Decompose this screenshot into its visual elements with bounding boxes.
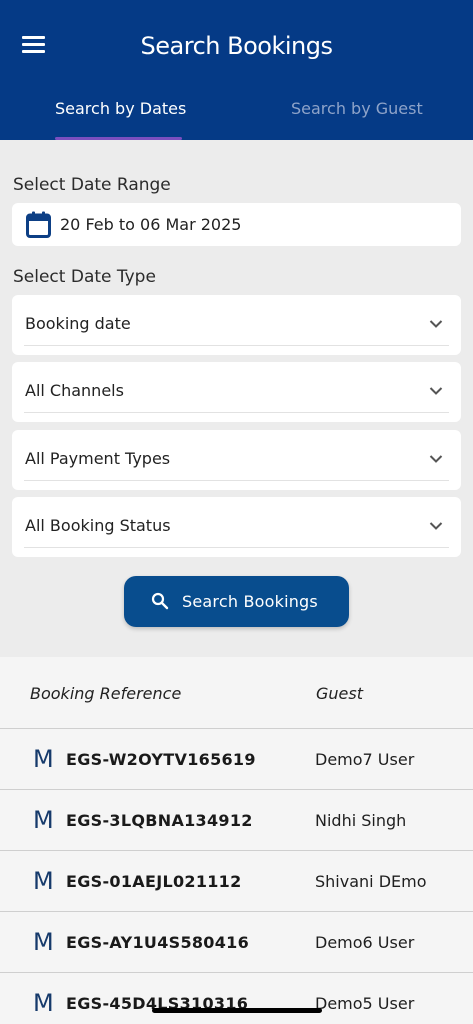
booking-reference: EGS-01AEJL021112 [66, 872, 242, 891]
chevron-down-icon [429, 387, 443, 395]
booking-status-select[interactable]: All Booking Status [12, 497, 461, 557]
column-header-guest: Guest [316, 684, 363, 703]
divider [24, 547, 449, 548]
select-value: All Payment Types [25, 449, 171, 468]
channel-select[interactable]: All Channels [12, 362, 461, 422]
table-row[interactable]: M EGS-W2OYTV165619 Demo7 User [0, 729, 473, 790]
date-range-value: 20 Feb to 06 Mar 2025 [60, 215, 242, 234]
payment-type-select[interactable]: All Payment Types [12, 430, 461, 490]
table-row[interactable]: M EGS-AY1U4S580416 Demo6 User [0, 912, 473, 973]
guest-name: Shivani DEmo [315, 872, 427, 891]
select-value: Booking date [25, 314, 131, 333]
channel-icon: M [33, 806, 54, 834]
chevron-down-icon [429, 320, 443, 328]
search-bookings-button[interactable]: Search Bookings [124, 576, 349, 627]
guest-name: Demo7 User [315, 750, 415, 769]
channel-icon: M [33, 867, 54, 895]
date-type-select[interactable]: Booking date [12, 295, 461, 355]
table-row[interactable]: M EGS-01AEJL021112 Shivani DEmo [0, 851, 473, 912]
chevron-down-icon [429, 455, 443, 463]
date-range-label: Select Date Range [13, 175, 171, 195]
guest-name: Demo6 User [315, 933, 415, 952]
search-button-label: Search Bookings [182, 592, 318, 611]
page-title: Search Bookings [140, 32, 333, 60]
date-type-label: Select Date Type [13, 267, 156, 287]
table-row[interactable]: M EGS-3LQBNA134912 Nidhi Singh [0, 790, 473, 851]
booking-reference: EGS-W2OYTV165619 [66, 750, 256, 769]
active-tab-indicator [55, 137, 182, 140]
booking-reference: EGS-3LQBNA134912 [66, 811, 253, 830]
tab-search-by-dates[interactable]: Search by Dates [55, 99, 186, 118]
tab-search-by-guest[interactable]: Search by Guest [291, 99, 423, 118]
date-range-picker[interactable]: 20 Feb to 06 Mar 2025 [12, 203, 461, 246]
table-row[interactable]: M EGS-45D4LS310316 Demo5 User [0, 973, 473, 1024]
divider [24, 412, 449, 413]
divider [24, 345, 449, 346]
booking-reference: EGS-AY1U4S580416 [66, 933, 250, 952]
select-value: All Booking Status [25, 516, 171, 535]
select-value: All Channels [25, 381, 124, 400]
chevron-down-icon [429, 522, 443, 530]
bookings-table: Booking Reference Guest M EGS-W2OYTV1656… [0, 657, 473, 1024]
search-icon [151, 592, 169, 610]
column-header-reference: Booking Reference [30, 684, 182, 703]
channel-icon: M [33, 928, 54, 956]
channel-icon: M [33, 989, 54, 1017]
home-indicator[interactable] [152, 1008, 322, 1013]
divider [24, 480, 449, 481]
guest-name: Nidhi Singh [315, 811, 407, 830]
channel-icon: M [33, 745, 54, 773]
guest-name: Demo5 User [315, 994, 415, 1013]
app-header: Search Bookings Search by Dates Search b… [0, 0, 473, 140]
calendar-icon [26, 211, 51, 238]
